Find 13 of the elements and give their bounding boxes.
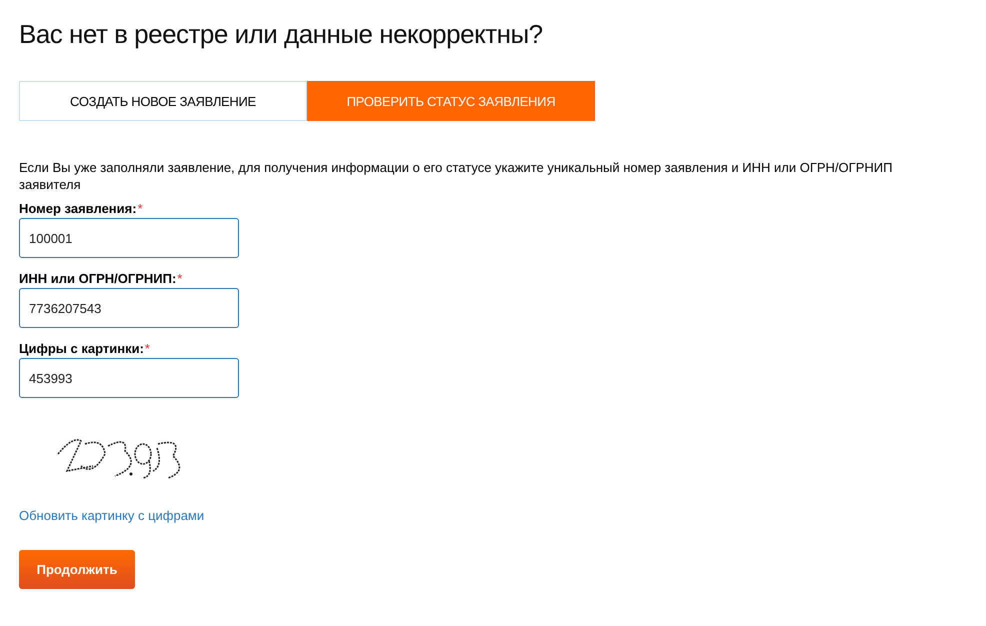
intro-text: Если Вы уже заполняли заявление, для получения информации о его статусе укажите уникальный номер заявления и ИНН или ОГРН/ОГРНИП заявителя — [19, 159, 894, 193]
required-mark: * — [177, 271, 182, 286]
field-label: Номер заявления: — [19, 201, 137, 216]
required-mark: * — [138, 201, 143, 216]
input-field[interactable]: 7736207543 — [19, 288, 239, 328]
required-mark: * — [144, 341, 150, 356]
input-field[interactable]: 453993 — [19, 358, 239, 398]
page-title: Вас нет в реестре или данные некорректны? — [19, 18, 543, 51]
tab[interactable]: СОЗДАТЬ НОВОЕ ЗАЯВЛЕНИЕ — [19, 81, 307, 121]
field-label: ИНН или ОГРН/ОГРНИП: — [19, 271, 176, 286]
refresh-captcha-link[interactable]: Обновить картинку с цифрами — [19, 508, 204, 523]
input-field[interactable]: 100001 — [19, 218, 239, 258]
field-label: Цифры с картинки: — [19, 341, 144, 356]
